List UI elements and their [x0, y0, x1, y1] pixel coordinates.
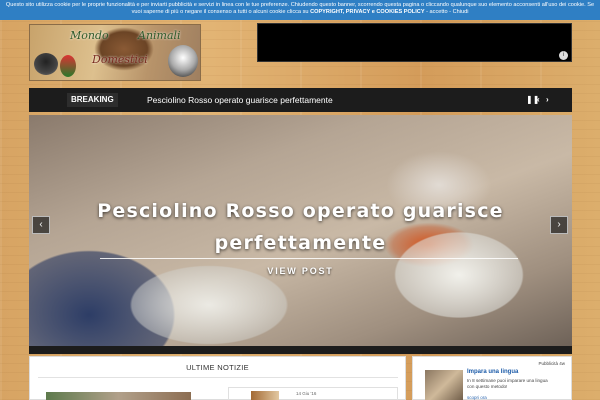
latest-news-panel: ULTIME NOTIZIE 14 Giu '16 [29, 356, 406, 400]
logo-text-domestici: Domestici [92, 53, 148, 66]
hero-title-line-2: perfettamente [214, 232, 387, 254]
chevron-right-icon[interactable]: › [546, 95, 549, 105]
logo-text-mondo: Mondo [70, 29, 109, 42]
hero-divider [100, 258, 518, 259]
cookie-accept-link[interactable]: accetto [430, 9, 448, 15]
news-card-thumbnail[interactable] [251, 391, 279, 400]
cookie-close-link[interactable]: Chiudi [453, 9, 469, 15]
breaking-label: BREAKING [67, 93, 118, 107]
news-card[interactable]: 14 Giu '16 [228, 387, 398, 400]
slider-prev-button[interactable]: ‹ [32, 216, 50, 234]
logo-text-animali: Animali [138, 29, 181, 42]
cookie-text: Questo sito utilizza cookie per le propr… [5, 2, 595, 15]
sponsored-label: Pubblicità 4w [538, 361, 565, 366]
news-thumbnail[interactable] [46, 392, 191, 400]
hero-slider[interactable]: Pesciolino Rosso operato guarisce perfet… [29, 115, 572, 346]
promo-image[interactable] [425, 370, 463, 400]
latest-news-heading: ULTIME NOTIZIE [186, 363, 249, 372]
breaking-headline[interactable]: Pesciolino Rosso operato guarisce perfet… [147, 94, 333, 106]
slider-footer-bar [29, 346, 572, 354]
cat-image [34, 53, 58, 75]
promo-cta-link[interactable]: scopri ora [467, 395, 487, 400]
banner-ad[interactable]: i [257, 23, 572, 62]
promo-title[interactable]: Impara una lingua [467, 369, 518, 375]
chevron-left-icon[interactable]: ‹ [537, 95, 540, 105]
dog-image [168, 45, 198, 77]
slider-next-button[interactable]: › [550, 216, 568, 234]
breaking-news-bar: BREAKING Pesciolino Rosso operato guaris… [29, 88, 572, 112]
heading-divider [38, 377, 398, 378]
hero-title[interactable]: Pesciolino Rosso operato guarisce perfet… [29, 195, 572, 259]
view-post-link[interactable]: VIEW POST [29, 266, 572, 276]
site-logo[interactable]: Mondo Animali Domestici [29, 24, 201, 81]
cookie-consent-bar: Questo sito utilizza cookie per le propr… [0, 0, 600, 20]
cookie-policy-link[interactable]: COPYRIGHT, PRIVACY e COOKIES POLICY [310, 9, 425, 15]
ad-info-icon[interactable]: i [559, 51, 568, 60]
news-card-date: 14 Giu '16 [296, 391, 317, 396]
language-promo[interactable]: Impara una lingua In 8 settimane puoi im… [425, 369, 549, 400]
hero-title-line-1: Pesciolino Rosso operato guarisce [97, 200, 504, 222]
promo-text: In 8 settimane puoi imparare una lingua … [467, 378, 548, 389]
sidebar-ad-panel: Pubblicità 4w Impara una lingua In 8 set… [412, 356, 572, 400]
parrot-image [60, 55, 76, 77]
